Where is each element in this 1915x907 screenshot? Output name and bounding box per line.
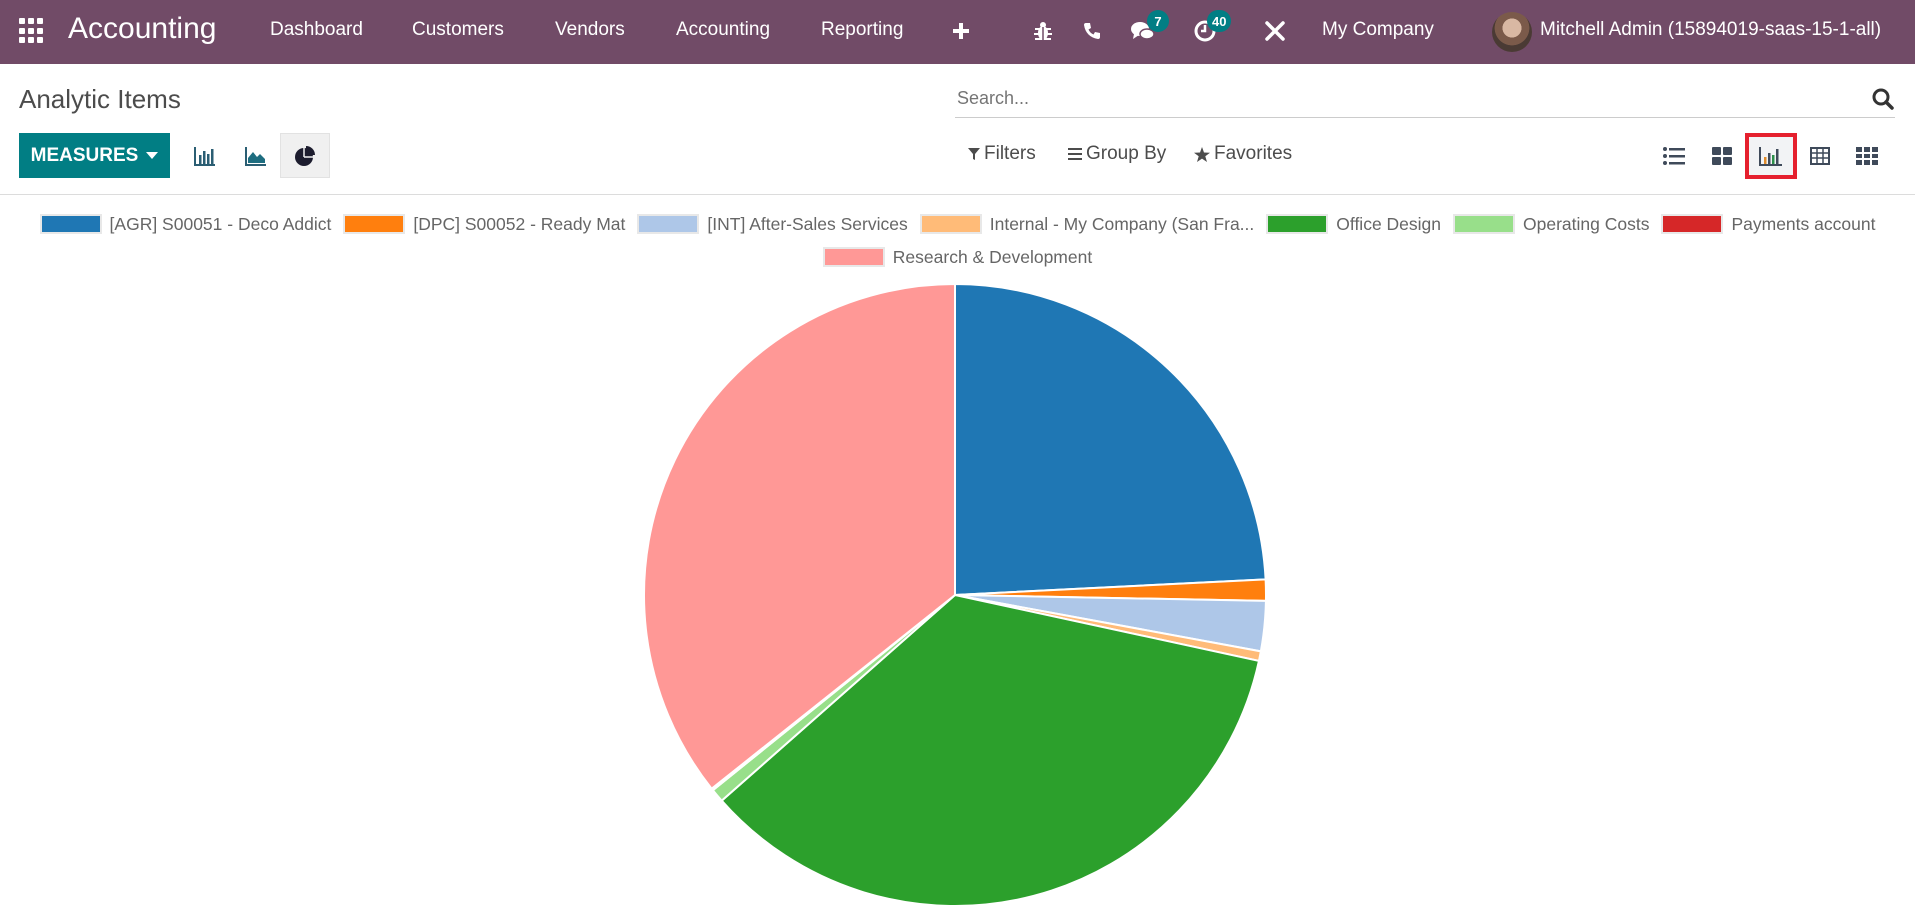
pie-slice[interactable]	[954, 282, 1267, 597]
pie-chart	[643, 282, 1267, 907]
